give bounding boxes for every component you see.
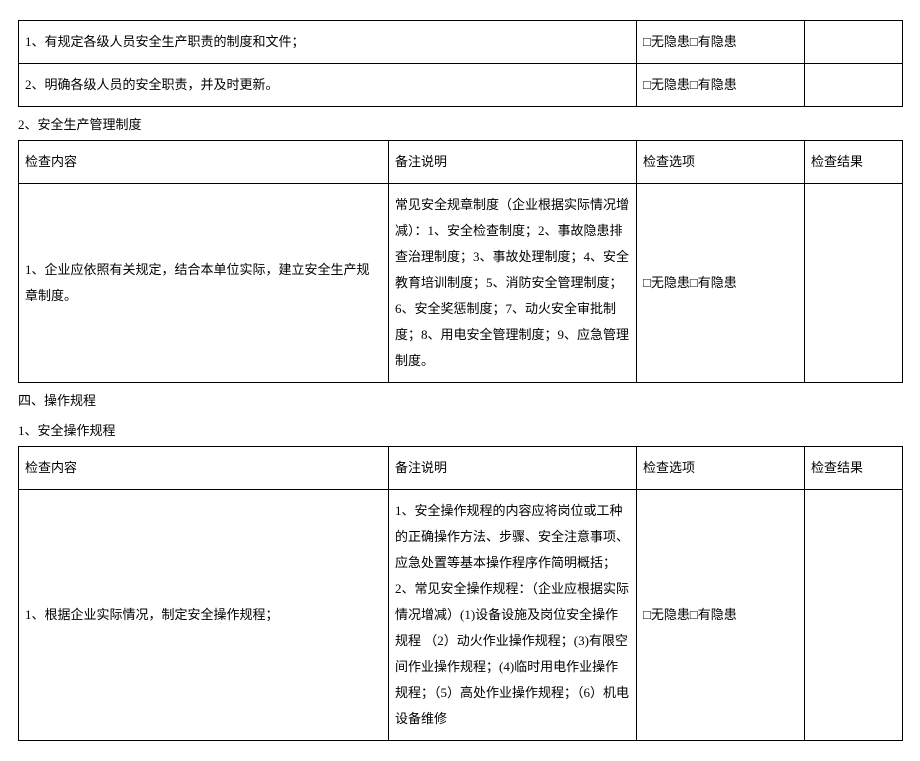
checkbox-empty-icon: □ — [643, 34, 651, 49]
top-table: 1、有规定各级人员安全生产职责的制度和文件； □无隐患□有隐患 2、明确各级人员… — [18, 20, 903, 107]
table-row: 2、明确各级人员的安全职责，并及时更新。 □无隐患□有隐患 — [19, 64, 903, 107]
table-header-row: 检查内容 备注说明 检查选项 检查结果 — [19, 141, 903, 184]
header-remark: 备注说明 — [389, 447, 637, 490]
section4-table: 检查内容 备注说明 检查选项 检查结果 1、根据企业实际情况，制定安全操作规程；… — [18, 446, 903, 741]
cell-result — [805, 184, 903, 383]
cell-option: □无隐患□有隐患 — [637, 21, 805, 64]
option-label-b: 有隐患 — [698, 77, 737, 92]
checkbox-empty-icon: □ — [690, 607, 698, 622]
cell-option: □无隐患□有隐患 — [637, 490, 805, 741]
header-result: 检查结果 — [805, 141, 903, 184]
section-4-sub-title: 1、安全操作规程 — [18, 419, 902, 442]
option-label-a: 无隐患 — [651, 34, 690, 49]
header-option: 检查选项 — [637, 447, 805, 490]
cell-content: 1、企业应依照有关规定，结合本单位实际，建立安全生产规章制度。 — [19, 184, 389, 383]
cell-result — [805, 21, 903, 64]
option-label-b: 有隐患 — [698, 34, 737, 49]
checkbox-empty-icon: □ — [690, 34, 698, 49]
header-content: 检查内容 — [19, 447, 389, 490]
table-row: 1、有规定各级人员安全生产职责的制度和文件； □无隐患□有隐患 — [19, 21, 903, 64]
cell-result — [805, 64, 903, 107]
cell-content: 1、有规定各级人员安全生产职责的制度和文件； — [19, 21, 637, 64]
cell-option: □无隐患□有隐患 — [637, 64, 805, 107]
table-row: 1、根据企业实际情况，制定安全操作规程； 1、安全操作规程的内容应将岗位或工种的… — [19, 490, 903, 741]
option-label-b: 有隐患 — [698, 275, 737, 290]
option-label-b: 有隐患 — [698, 607, 737, 622]
option-label-a: 无隐患 — [651, 607, 690, 622]
section2-table: 检查内容 备注说明 检查选项 检查结果 1、企业应依照有关规定，结合本单位实际，… — [18, 140, 903, 383]
checkbox-empty-icon: □ — [643, 607, 651, 622]
checkbox-empty-icon: □ — [643, 275, 651, 290]
table-header-row: 检查内容 备注说明 检查选项 检查结果 — [19, 447, 903, 490]
cell-remark: 1、安全操作规程的内容应将岗位或工种的正确操作方法、步骤、安全注意事项、应急处置… — [389, 490, 637, 741]
cell-option: □无隐患□有隐患 — [637, 184, 805, 383]
option-label-a: 无隐患 — [651, 275, 690, 290]
cell-result — [805, 490, 903, 741]
section-4-title: 四、操作规程 — [18, 389, 902, 412]
checkbox-empty-icon: □ — [690, 275, 698, 290]
cell-content: 2、明确各级人员的安全职责，并及时更新。 — [19, 64, 637, 107]
option-label-a: 无隐患 — [651, 77, 690, 92]
header-remark: 备注说明 — [389, 141, 637, 184]
header-option: 检查选项 — [637, 141, 805, 184]
section-2-title: 2、安全生产管理制度 — [18, 113, 902, 136]
header-result: 检查结果 — [805, 447, 903, 490]
checkbox-empty-icon: □ — [690, 77, 698, 92]
table-row: 1、企业应依照有关规定，结合本单位实际，建立安全生产规章制度。 常见安全规章制度… — [19, 184, 903, 383]
cell-remark: 常见安全规章制度（企业根据实际情况增减）：1、安全检查制度；2、事故隐患排查治理… — [389, 184, 637, 383]
header-content: 检查内容 — [19, 141, 389, 184]
cell-content: 1、根据企业实际情况，制定安全操作规程； — [19, 490, 389, 741]
checkbox-empty-icon: □ — [643, 77, 651, 92]
